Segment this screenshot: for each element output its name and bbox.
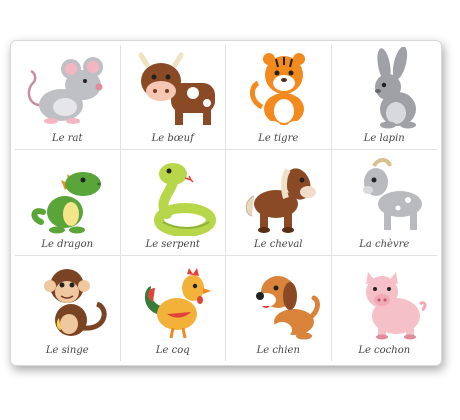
animal-grid: Le rat Le bœuf Le tigre Le lapin Le drag… xyxy=(15,45,437,361)
animal-label: Le rat xyxy=(52,133,83,145)
tiger-icon xyxy=(250,53,305,129)
animal-card-dragon: Le dragon xyxy=(15,150,121,256)
animal-label: Le cheval xyxy=(253,238,303,250)
animal-card-horse: Le cheval xyxy=(226,150,332,256)
ox-icon xyxy=(138,52,215,125)
animal-label: Le tigre xyxy=(258,133,299,145)
animal-card-rooster: Le coq xyxy=(121,255,226,361)
rabbit-icon xyxy=(374,47,416,129)
animal-card-board: Le rat Le bœuf Le tigre Le lapin Le drag… xyxy=(10,40,442,366)
animal-label: Le cochon xyxy=(358,345,411,356)
animal-label: Le bœuf xyxy=(151,133,194,145)
animal-label: Le lapin xyxy=(363,133,405,145)
animal-label: Le serpent xyxy=(145,238,200,250)
dog-icon xyxy=(256,275,320,340)
pig-icon xyxy=(365,271,427,340)
horse-icon xyxy=(245,168,316,234)
animal-label: Le chien xyxy=(256,345,300,356)
animal-label: La chèvre xyxy=(359,238,410,250)
animal-card-goat: La chèvre xyxy=(331,150,437,256)
animal-card-rabbit: Le lapin xyxy=(331,45,437,151)
rooster-icon xyxy=(144,267,211,338)
animal-card-snake: Le serpent xyxy=(120,150,226,256)
animal-label: Le dragon xyxy=(41,238,94,250)
monkey-icon xyxy=(44,268,107,336)
animal-card-rat: Le rat xyxy=(15,45,121,151)
rat-icon xyxy=(27,57,103,124)
animal-card-dog: Le chien xyxy=(226,255,332,361)
animal-card-tiger: Le tigre xyxy=(226,45,332,151)
snake-icon xyxy=(153,163,216,237)
animal-card-ox: Le bœuf xyxy=(120,45,226,151)
dragon-icon xyxy=(31,172,101,234)
goat-icon xyxy=(362,158,422,231)
animal-label: Le coq xyxy=(155,345,190,356)
animal-label: Le singe xyxy=(45,345,89,356)
animal-card-pig: Le cochon xyxy=(332,256,438,361)
animal-card-monkey: Le singe xyxy=(15,255,121,361)
